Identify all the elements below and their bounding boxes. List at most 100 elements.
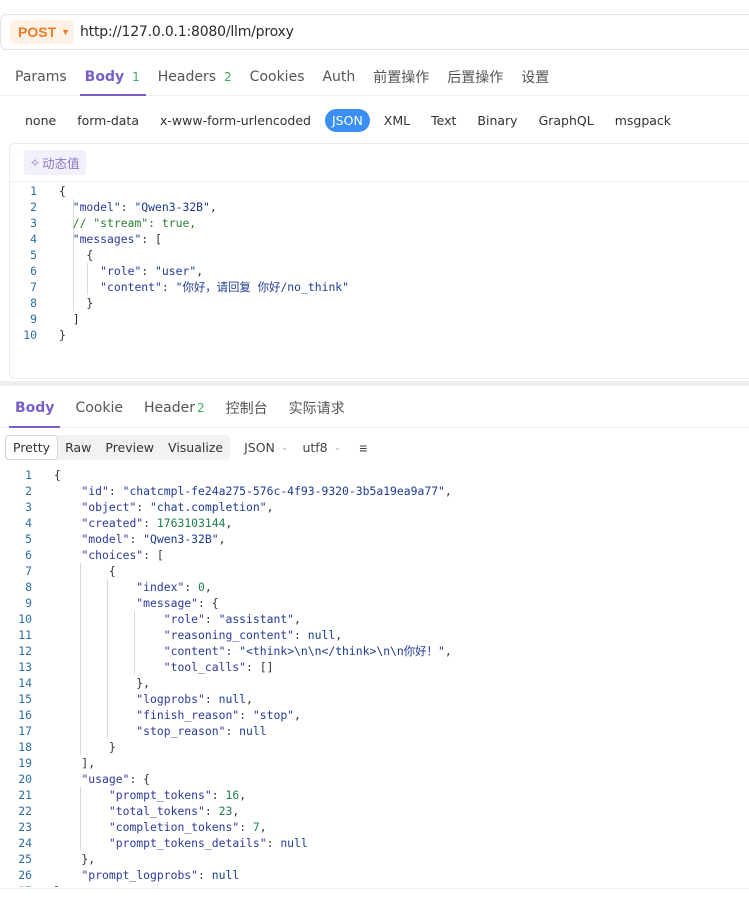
body-type-msgpack[interactable]: msgpack — [608, 109, 678, 132]
line-number: 26 — [18, 868, 32, 882]
line-number: 15 — [18, 692, 32, 706]
tab-cookies[interactable]: Cookies — [250, 58, 305, 96]
code-text: "message": { — [136, 596, 219, 610]
response-tabs: Body Cookie Header 2 控制台 实际请求 — [0, 388, 749, 428]
view-visualize-button[interactable]: Visualize — [161, 435, 230, 460]
line-number: 5 — [25, 532, 32, 546]
code-line: 16 "finish_reason": "stop", — [0, 707, 749, 723]
body-type-form-data[interactable]: form-data — [70, 109, 146, 132]
code-line: 12 "content": "<think>\n\n</think>\n\n你好… — [0, 643, 749, 659]
tab-headers[interactable]: Headers 2 — [158, 58, 232, 96]
tab-console[interactable]: 控制台 — [226, 388, 268, 428]
line-number: 2 — [25, 484, 32, 498]
tab-label: 控制台 — [225, 400, 268, 417]
body-type-xml[interactable]: XML — [377, 109, 417, 132]
tab-post-request[interactable]: 后置操作 — [447, 58, 503, 96]
line-number: 14 — [18, 676, 32, 690]
code-line: 8 } — [10, 295, 749, 311]
code-line: 20 "usage": { — [0, 771, 749, 787]
body-type-urlencoded[interactable]: x-www-form-urlencoded — [153, 109, 318, 132]
line-number: 6 — [30, 264, 37, 278]
line-number: 6 — [25, 548, 32, 562]
line-number: 9 — [30, 312, 37, 326]
line-number: 1 — [25, 468, 32, 482]
code-text: }, — [54, 852, 96, 866]
code-text: { — [59, 248, 94, 262]
response-toolbar: Pretty Raw Preview Visualize JSON ⌄ utf8… — [5, 435, 749, 460]
request-code[interactable]: 1{2 "model": "Qwen3-32B", 3 // "stream": … — [10, 182, 749, 343]
line-number: 20 — [18, 772, 32, 786]
tab-response-body[interactable]: Body — [8, 388, 61, 428]
code-line: 17 "stop_reason": null — [0, 723, 749, 739]
tab-settings[interactable]: 设置 — [521, 58, 549, 96]
line-number: 7 — [30, 280, 37, 294]
code-line: 4 "created": 1763103144, — [0, 515, 749, 531]
tab-params[interactable]: Params — [15, 58, 67, 96]
code-line: 4 "messages": [ — [10, 231, 749, 247]
code-line: 3 // "stream": true, — [10, 215, 749, 231]
view-raw-button[interactable]: Raw — [58, 435, 98, 460]
body-type-none[interactable]: none — [18, 109, 63, 132]
line-number: 4 — [25, 516, 32, 530]
tab-actual-request[interactable]: 实际请求 — [289, 388, 345, 428]
line-number: 8 — [30, 296, 37, 310]
request-body-editor[interactable]: ✧ 动态值 1{2 "model": "Qwen3-32B", 3 // "str… — [9, 143, 749, 379]
line-number: 21 — [18, 788, 32, 802]
tab-pre-request[interactable]: 前置操作 — [373, 58, 429, 96]
tab-label: Headers — [157, 68, 217, 85]
code-line: 19 ], — [0, 755, 749, 771]
code-line: 5 "model": "Qwen3-32B", — [0, 531, 749, 547]
body-type-graphql[interactable]: GraphQL — [532, 109, 601, 132]
format-select[interactable]: JSON ⌄ — [244, 440, 288, 455]
code-text: "role": "assistant", — [163, 612, 301, 626]
code-text: "reasoning_content": null, — [163, 628, 343, 642]
code-text: // "stream": true, — [72, 216, 197, 230]
code-line: 22 "total_tokens": 23, — [0, 803, 749, 819]
code-line: 3 "object": "chat.completion", — [0, 499, 749, 515]
code-line: 9 "message": { — [0, 595, 749, 611]
format-select-value: JSON — [244, 440, 275, 455]
tab-count: 2 — [224, 69, 232, 84]
line-number: 12 — [18, 644, 32, 658]
line-number: 7 — [25, 564, 32, 578]
response-code[interactable]: 1 {2 "id": "chatcmpl-fe24a275-576c-4f93-9… — [0, 467, 749, 887]
line-number: 22 — [18, 804, 32, 818]
line-number: 3 — [25, 500, 32, 514]
dynamic-value-button[interactable]: ✧ 动态值 — [24, 150, 86, 175]
body-type-json[interactable]: JSON — [324, 108, 370, 132]
line-number: 24 — [18, 836, 32, 850]
tab-body[interactable]: Body 1 — [79, 58, 146, 96]
view-preview-button[interactable]: Preview — [98, 435, 161, 460]
magic-wand-icon: ✧ — [30, 155, 41, 170]
url-input[interactable]: http://127.0.0.1:8080/llm/proxy — [80, 24, 294, 40]
code-text: "tool_calls": [] — [163, 660, 274, 674]
tab-response-cookie[interactable]: Cookie — [75, 388, 123, 428]
code-line: 23 "completion_tokens": 7, — [0, 819, 749, 835]
code-line: 7 { — [0, 563, 749, 579]
code-text: "id": "chatcmpl-fe24a275-576c-4f93-9320-… — [81, 484, 452, 498]
chevron-down-icon: ▼ — [61, 27, 71, 37]
code-text: } — [59, 296, 94, 310]
body-type-binary[interactable]: Binary — [470, 109, 524, 132]
view-pretty-button[interactable]: Pretty — [5, 435, 59, 460]
body-type-text[interactable]: Text — [424, 109, 463, 132]
word-wrap-icon[interactable]: ≡ — [359, 440, 367, 456]
panel-splitter[interactable] — [0, 381, 749, 386]
tab-response-header[interactable]: Header 2 — [144, 388, 205, 428]
request-tabs: Params Body 1 Headers 2 Cookies Auth 前置操作 … — [0, 58, 749, 96]
tab-label: 实际请求 — [288, 400, 345, 417]
code-line: 27} — [0, 883, 749, 887]
encoding-select[interactable]: utf8 ⌄ — [302, 440, 341, 455]
code-line: 14 }, — [0, 675, 749, 691]
tab-label: Auth — [322, 68, 356, 85]
method-select[interactable]: POST ▼ — [10, 20, 74, 44]
editor-toolbar: ✧ 动态值 — [10, 144, 749, 182]
tab-auth[interactable]: Auth — [322, 58, 355, 96]
code-text: "prompt_logprobs": null — [81, 868, 240, 882]
code-text: "total_tokens": 23, — [108, 804, 240, 818]
tab-label: Body — [84, 68, 125, 85]
code-text: { — [54, 468, 61, 482]
line-number: 8 — [25, 580, 32, 594]
code-line: 10} — [10, 327, 749, 343]
line-number: 10 — [23, 328, 37, 342]
